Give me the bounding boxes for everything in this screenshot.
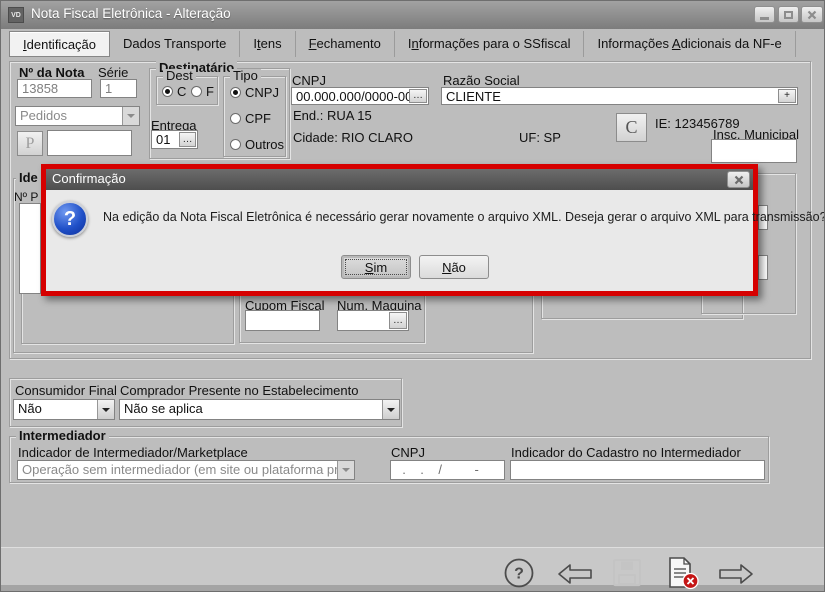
razao-social-field[interactable]: CLIENTE + — [441, 87, 798, 105]
yes-button[interactable]: Sim — [341, 255, 411, 279]
chevron-down-icon — [382, 400, 399, 419]
endereco-text: End.: RUA 15 — [293, 108, 372, 123]
uf-text: UF: SP — [519, 130, 561, 145]
tab-informacoes-adicionais[interactable]: Informações Adicionais da NF-e — [584, 31, 795, 57]
tab-informacoes-ssfiscal[interactable]: Informações para o SSfiscal — [395, 31, 585, 57]
indicador-cadastro-label: Indicador do Cadastro no Intermediador — [511, 445, 741, 460]
consumidor-final-label: Consumidor Final — [15, 383, 117, 398]
indicador-intermediador-label: Indicador de Intermediador/Marketplace — [18, 445, 248, 460]
cancel-document-button[interactable] — [663, 556, 701, 592]
chevron-down-icon — [97, 400, 114, 419]
radio-icon — [230, 87, 241, 98]
minimize-button[interactable] — [754, 6, 775, 23]
bottom-band — [1, 585, 825, 592]
cidade-text: Cidade: RIO CLARO — [293, 130, 413, 145]
serie-label: Série — [98, 65, 128, 80]
close-icon — [807, 10, 817, 20]
intermediador-cnpj-field[interactable]: . . / - — [390, 460, 505, 480]
cnpj-field[interactable]: 00.000.000/0000-00 … — [291, 87, 429, 105]
pedidos-dropdown[interactable]: Pedidos — [15, 106, 140, 126]
pedido-list-fragment[interactable] — [19, 203, 41, 294]
radio-icon — [230, 113, 241, 124]
comprador-presente-label: Comprador Presente no Estabelecimento — [120, 383, 358, 398]
save-button[interactable] — [612, 558, 642, 590]
cnpj-browse-button[interactable]: … — [409, 89, 427, 103]
forward-arrow-icon — [718, 563, 754, 585]
tab-bar: Identificação Dados Transporte Itens Fec… — [9, 31, 796, 58]
numero-nota-field[interactable]: 13858 — [17, 79, 92, 98]
entrega-field[interactable]: 01 … — [151, 130, 198, 149]
window-title: Nota Fiscal Eletrônica - Alteração — [31, 6, 231, 21]
dialog-close-button[interactable] — [727, 171, 750, 188]
consumidor-final-dropdown[interactable]: Não — [13, 399, 115, 420]
dest-title: Dest — [163, 69, 196, 83]
back-arrow-icon — [557, 563, 593, 585]
tipo-title: Tipo — [230, 69, 261, 83]
radio-icon — [162, 86, 173, 97]
identificacao-sub-title: Ide — [16, 171, 41, 185]
app-window: VD Nota Fiscal Eletrônica - Alteração Id… — [0, 0, 825, 592]
intermediador-cnpj-label: CNPJ — [391, 445, 425, 460]
dest-radio-f[interactable]: F — [191, 84, 214, 99]
confirmation-dialog: Confirmação ? Na edição da Nota Fiscal E… — [41, 164, 758, 296]
intermediador-title: Intermediador — [16, 429, 109, 443]
tab-dados-transporte[interactable]: Dados Transporte — [110, 31, 240, 57]
indicador-cadastro-field[interactable] — [510, 460, 765, 480]
save-icon — [612, 558, 642, 587]
hidden-field-fragment — [758, 255, 768, 280]
tab-identificacao[interactable]: Identificação — [9, 31, 110, 57]
cancel-document-icon — [663, 556, 701, 590]
forward-button[interactable] — [718, 563, 754, 588]
question-icon: ? — [52, 201, 88, 237]
radio-icon — [230, 139, 241, 150]
app-icon: VD — [8, 7, 24, 23]
chevron-down-icon — [337, 461, 354, 479]
dialog-message: Na edição da Nota Fiscal Eletrônica é ne… — [103, 210, 825, 224]
pedido-numero-field[interactable] — [47, 130, 132, 156]
tipo-radio-outros[interactable]: Outros — [230, 137, 284, 152]
num-maquina-browse-button[interactable]: … — [389, 312, 407, 329]
maximize-button[interactable] — [778, 6, 799, 23]
entrega-browse-button[interactable]: … — [179, 132, 196, 147]
titlebar: VD Nota Fiscal Eletrônica - Alteração — [1, 1, 824, 29]
maximize-icon — [784, 11, 793, 19]
tipo-radio-cnpj[interactable]: CNPJ — [230, 85, 279, 100]
numero-pedido-label: Nº P — [14, 190, 38, 204]
close-button[interactable] — [801, 6, 823, 23]
tab-fechamento[interactable]: Fechamento — [296, 31, 395, 57]
bottom-toolbar — [1, 547, 825, 585]
num-maquina-field[interactable]: … — [337, 310, 409, 331]
no-button[interactable]: Não — [419, 255, 489, 279]
minimize-icon — [760, 17, 769, 20]
indicador-intermediador-dropdown[interactable]: Operação sem intermediador (em site ou p… — [17, 460, 355, 480]
comprador-presente-dropdown[interactable]: Não se aplica — [119, 399, 400, 420]
dialog-titlebar: Confirmação — [46, 169, 753, 190]
numero-nota-label: Nº da Nota — [19, 65, 84, 80]
cnpj-label: CNPJ — [292, 73, 326, 88]
p-button[interactable]: P — [17, 131, 43, 156]
back-button[interactable] — [557, 563, 593, 588]
serie-field[interactable]: 1 — [100, 79, 137, 98]
razao-social-label: Razão Social — [443, 73, 520, 88]
razao-social-expand-button[interactable]: + — [778, 89, 796, 103]
help-icon: ? — [503, 557, 535, 589]
close-icon — [734, 175, 744, 185]
tab-itens[interactable]: Itens — [240, 31, 295, 57]
c-button[interactable]: C — [616, 113, 647, 142]
cupom-fiscal-field[interactable] — [245, 310, 320, 331]
svg-text:?: ? — [514, 566, 524, 583]
tipo-radio-cpf[interactable]: CPF — [230, 111, 271, 126]
radio-icon — [191, 86, 202, 97]
insc-municipal-field[interactable] — [711, 139, 797, 163]
chevron-down-icon — [122, 107, 139, 125]
dest-radio-c[interactable]: C — [162, 84, 186, 99]
help-button[interactable]: ? — [503, 557, 535, 592]
